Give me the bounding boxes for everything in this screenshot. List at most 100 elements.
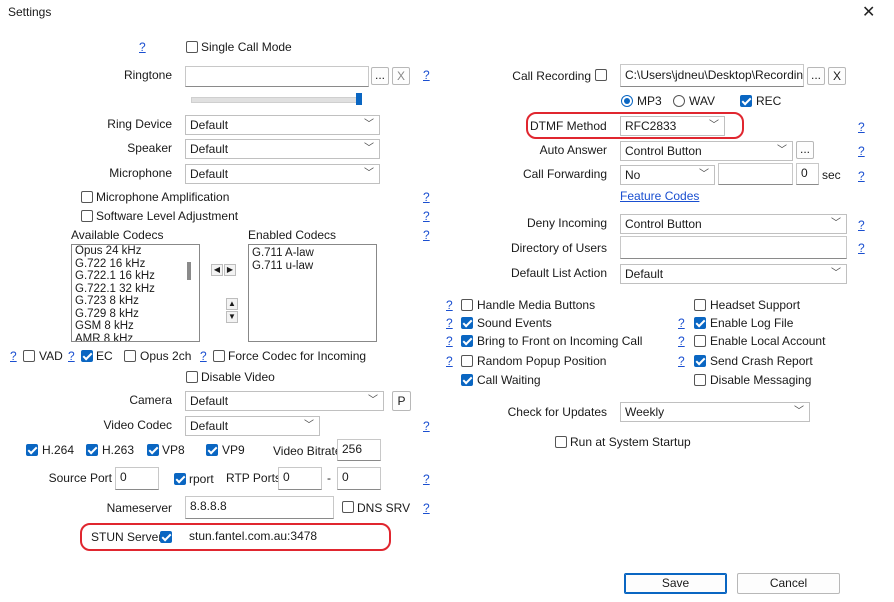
- video-codec-select[interactable]: Default ﹀: [185, 416, 320, 436]
- nameserver-input[interactable]: 8.8.8.8: [185, 496, 334, 519]
- help-sound-events[interactable]: ?: [446, 315, 453, 331]
- enable-log-file-checkbox[interactable]: [694, 317, 706, 329]
- ringtone-volume-slider[interactable]: [191, 97, 359, 103]
- recordings-browse-button[interactable]: ...: [807, 67, 825, 85]
- help-nameserver[interactable]: ?: [423, 500, 430, 516]
- help-software-level[interactable]: ?: [423, 208, 430, 224]
- vp8-checkbox[interactable]: [147, 444, 159, 456]
- list-item[interactable]: G.722 16 kHz: [72, 258, 199, 271]
- arrow-left-icon[interactable]: ◀: [211, 264, 223, 276]
- list-item[interactable]: G.722.1 16 kHz: [72, 270, 199, 283]
- help-deny-incoming[interactable]: ?: [858, 217, 865, 233]
- handle-media-buttons-checkbox[interactable]: [461, 299, 473, 311]
- force-codec-checkbox[interactable]: [213, 350, 225, 362]
- enabled-codecs-list[interactable]: G.711 A-law G.711 u-law: [248, 244, 377, 342]
- headset-support-checkbox[interactable]: [694, 299, 706, 311]
- help-force-codec[interactable]: ?: [200, 348, 207, 364]
- ringtone-volume-thumb[interactable]: [356, 93, 362, 105]
- recordings-path-input[interactable]: C:\Users\jdneu\Desktop\Recordings: [620, 64, 804, 87]
- vp9-checkbox[interactable]: [206, 444, 218, 456]
- arrow-right-icon[interactable]: ▶: [224, 264, 236, 276]
- cancel-button[interactable]: Cancel: [737, 573, 840, 594]
- h263-checkbox[interactable]: [86, 444, 98, 456]
- enable-local-account-checkbox[interactable]: [694, 335, 706, 347]
- help-send-crash-report[interactable]: ?: [678, 353, 685, 369]
- rec-checkbox[interactable]: [740, 95, 752, 107]
- call-forwarding-delay-input[interactable]: 0: [796, 163, 819, 185]
- ringtone-input[interactable]: [185, 66, 369, 87]
- software-level-checkbox[interactable]: [81, 210, 93, 222]
- ringtone-browse-button[interactable]: ...: [371, 67, 389, 85]
- list-item[interactable]: AMR 8 kHz: [72, 333, 199, 342]
- vad-checkbox[interactable]: [23, 350, 35, 362]
- close-window-button[interactable]: ✕: [862, 2, 875, 22]
- available-codecs-list[interactable]: Opus 24 kHz G.722 16 kHz G.722.1 16 kHz …: [71, 244, 200, 342]
- help-bring-to-front[interactable]: ?: [446, 333, 453, 349]
- source-port-input[interactable]: 0: [115, 467, 159, 490]
- video-bitrate-input[interactable]: 256: [337, 439, 381, 461]
- help-auto-answer[interactable]: ?: [858, 143, 865, 159]
- check-for-updates-select[interactable]: Weekly ﹀: [620, 402, 810, 422]
- camera-select[interactable]: Default ﹀: [185, 391, 384, 411]
- directory-of-users-input[interactable]: [620, 236, 847, 259]
- help-video-codec[interactable]: ?: [423, 418, 430, 434]
- list-item[interactable]: GSM 8 kHz: [72, 320, 199, 333]
- help-codecs[interactable]: ?: [423, 227, 430, 243]
- disable-messaging-checkbox[interactable]: [694, 374, 706, 386]
- stun-server-input[interactable]: stun.fantel.com.au:3478: [184, 526, 376, 548]
- rtp-port-to-input[interactable]: 0: [337, 467, 381, 490]
- h264-checkbox[interactable]: [26, 444, 38, 456]
- dns-srv-checkbox[interactable]: [342, 501, 354, 513]
- list-item[interactable]: G.723 8 kHz: [72, 295, 199, 308]
- opus-2ch-checkbox[interactable]: [124, 350, 136, 362]
- help-mic-amplification[interactable]: ?: [423, 189, 430, 205]
- call-forwarding-select[interactable]: No ﹀: [620, 165, 715, 185]
- help-random-popup[interactable]: ?: [446, 353, 453, 369]
- microphone-select[interactable]: Default ﹀: [185, 164, 380, 184]
- send-crash-report-checkbox[interactable]: [694, 355, 706, 367]
- run-at-startup-checkbox[interactable]: [555, 436, 567, 448]
- codecs-scrollbar-thumb[interactable]: [187, 262, 191, 280]
- auto-answer-select[interactable]: Control Button ﹀: [620, 141, 793, 161]
- save-button[interactable]: Save: [624, 573, 727, 594]
- mp3-radio[interactable]: [621, 95, 633, 107]
- help-enable-log-file[interactable]: ?: [678, 315, 685, 331]
- call-forwarding-target-input[interactable]: [718, 163, 793, 185]
- help-ports[interactable]: ?: [423, 471, 430, 487]
- disable-video-checkbox[interactable]: [186, 371, 198, 383]
- deny-incoming-select[interactable]: Control Button ﹀: [620, 214, 847, 234]
- call-recording-checkbox[interactable]: [595, 69, 607, 81]
- help-dtmf-method[interactable]: ?: [858, 119, 865, 135]
- speaker-select[interactable]: Default ﹀: [185, 139, 380, 159]
- camera-preview-button[interactable]: P: [392, 391, 411, 411]
- help-enable-local-account[interactable]: ?: [678, 333, 685, 349]
- arrow-down-icon[interactable]: ▼: [226, 311, 238, 323]
- auto-answer-more-button[interactable]: ...: [796, 141, 814, 159]
- single-call-mode-checkbox[interactable]: [186, 41, 198, 53]
- help-call-forwarding[interactable]: ?: [858, 168, 865, 184]
- help-vad[interactable]: ?: [10, 348, 17, 364]
- list-item[interactable]: G.722.1 32 kHz: [72, 283, 199, 296]
- ec-checkbox[interactable]: [81, 350, 93, 362]
- recordings-clear-button[interactable]: X: [828, 67, 846, 85]
- help-ec[interactable]: ?: [68, 348, 75, 364]
- wav-radio[interactable]: [673, 95, 685, 107]
- list-item[interactable]: G.711 A-law: [249, 247, 376, 260]
- list-item[interactable]: G.711 u-law: [249, 260, 376, 273]
- list-item[interactable]: G.729 8 kHz: [72, 308, 199, 321]
- ring-device-select[interactable]: Default ﹀: [185, 115, 380, 135]
- mic-amplification-checkbox[interactable]: [81, 191, 93, 203]
- bring-to-front-checkbox[interactable]: [461, 335, 473, 347]
- feature-codes-link[interactable]: Feature Codes: [620, 188, 699, 204]
- list-item[interactable]: Opus 24 kHz: [72, 245, 199, 258]
- stun-server-checkbox[interactable]: [160, 531, 172, 543]
- default-list-action-select[interactable]: Default ﹀: [620, 264, 847, 284]
- help-ringtone[interactable]: ?: [423, 67, 430, 83]
- ringtone-clear-button[interactable]: X: [392, 67, 410, 85]
- help-directory-of-users[interactable]: ?: [858, 240, 865, 256]
- call-waiting-checkbox[interactable]: [461, 374, 473, 386]
- dtmf-method-select[interactable]: RFC2833 ﹀: [620, 116, 725, 136]
- rport-checkbox[interactable]: [174, 473, 186, 485]
- help-handle-media-buttons[interactable]: ?: [446, 297, 453, 313]
- sound-events-checkbox[interactable]: [461, 317, 473, 329]
